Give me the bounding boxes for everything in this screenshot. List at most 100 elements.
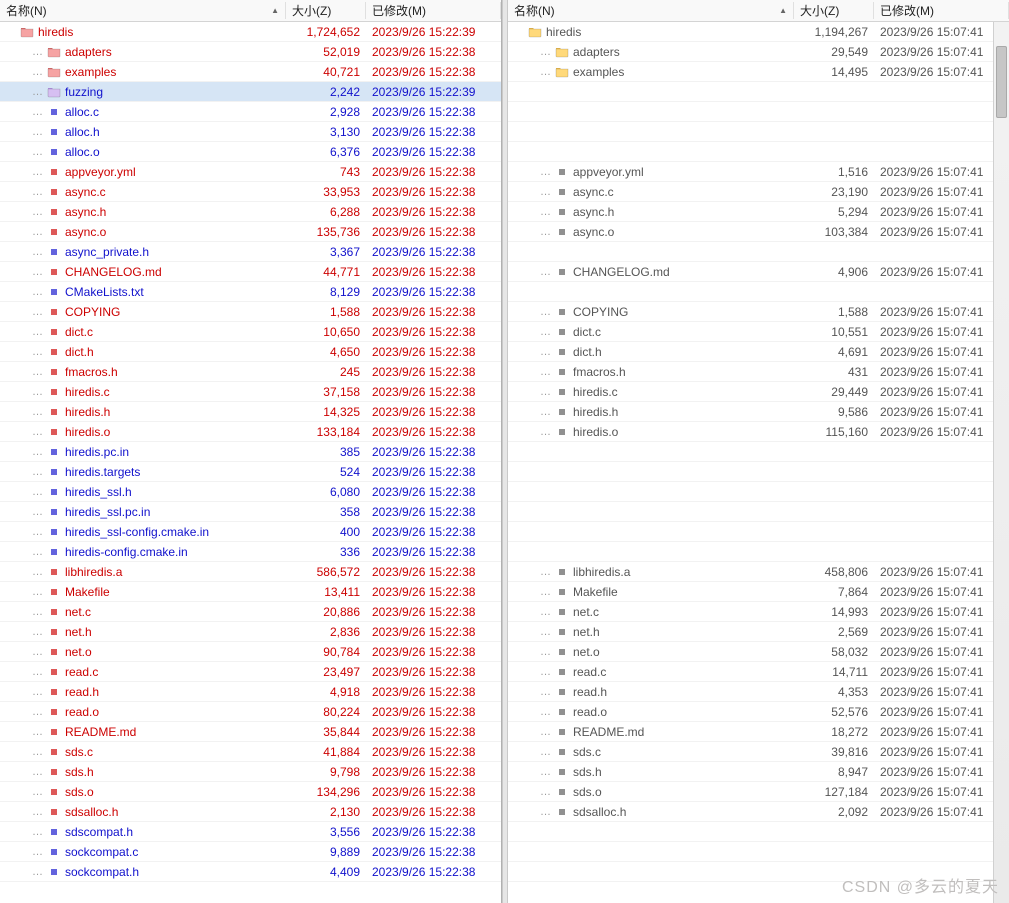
table-row[interactable]: … alloc.h 3,130 2023/9/26 15:22:38 [0,122,501,142]
table-row[interactable]: … libhiredis.a 458,806 2023/9/26 15:07:4… [508,562,1009,582]
table-row[interactable]: … async_private.h 3,367 2023/9/26 15:22:… [0,242,501,262]
table-row[interactable]: … net.h 2,836 2023/9/26 15:22:38 [0,622,501,642]
table-row[interactable] [508,542,1009,562]
table-row[interactable]: hiredis 1,194,267 2023/9/26 15:07:41 [508,22,1009,42]
table-row[interactable] [508,442,1009,462]
table-row[interactable]: … sds.c 39,816 2023/9/26 15:07:41 [508,742,1009,762]
table-row[interactable]: … hiredis.c 37,158 2023/9/26 15:22:38 [0,382,501,402]
table-row[interactable] [508,822,1009,842]
table-row[interactable]: … dict.c 10,650 2023/9/26 15:22:38 [0,322,501,342]
table-row[interactable]: … CHANGELOG.md 4,906 2023/9/26 15:07:41 [508,262,1009,282]
table-row[interactable]: … async.h 5,294 2023/9/26 15:07:41 [508,202,1009,222]
table-row[interactable]: … alloc.o 6,376 2023/9/26 15:22:38 [0,142,501,162]
table-row[interactable]: … hiredis.h 9,586 2023/9/26 15:07:41 [508,402,1009,422]
table-row[interactable]: … net.c 20,886 2023/9/26 15:22:38 [0,602,501,622]
table-row[interactable] [508,842,1009,862]
table-row[interactable]: … adapters 29,549 2023/9/26 15:07:41 [508,42,1009,62]
table-row[interactable]: … net.o 58,032 2023/9/26 15:07:41 [508,642,1009,662]
table-row[interactable]: … examples 40,721 2023/9/26 15:22:38 [0,62,501,82]
table-row[interactable]: … read.o 80,224 2023/9/26 15:22:38 [0,702,501,722]
table-row[interactable] [508,282,1009,302]
file-size: 33,953 [286,185,366,199]
table-row[interactable]: … hiredis.h 14,325 2023/9/26 15:22:38 [0,402,501,422]
table-row[interactable]: … hiredis.o 133,184 2023/9/26 15:22:38 [0,422,501,442]
table-row[interactable]: … alloc.c 2,928 2023/9/26 15:22:38 [0,102,501,122]
table-row[interactable]: … read.o 52,576 2023/9/26 15:07:41 [508,702,1009,722]
table-row[interactable] [508,122,1009,142]
table-row[interactable]: … async.o 103,384 2023/9/26 15:07:41 [508,222,1009,242]
table-row[interactable]: … README.md 35,844 2023/9/26 15:22:38 [0,722,501,742]
table-row[interactable]: … async.c 33,953 2023/9/26 15:22:38 [0,182,501,202]
table-row[interactable]: … hiredis.targets 524 2023/9/26 15:22:38 [0,462,501,482]
file-icon [47,305,61,319]
col-header-date[interactable]: 已修改(M) [366,2,501,19]
table-row[interactable]: … COPYING 1,588 2023/9/26 15:07:41 [508,302,1009,322]
table-row[interactable] [508,482,1009,502]
table-row[interactable]: … net.o 90,784 2023/9/26 15:22:38 [0,642,501,662]
table-row[interactable] [508,462,1009,482]
table-row[interactable]: … adapters 52,019 2023/9/26 15:22:38 [0,42,501,62]
table-row[interactable] [508,82,1009,102]
table-row[interactable]: … read.h 4,918 2023/9/26 15:22:38 [0,682,501,702]
col-header-size[interactable]: 大小(Z) [794,2,874,19]
col-header-size[interactable]: 大小(Z) [286,2,366,19]
table-row[interactable]: … libhiredis.a 586,572 2023/9/26 15:22:3… [0,562,501,582]
table-row[interactable]: … sockcompat.h 4,409 2023/9/26 15:22:38 [0,862,501,882]
table-row[interactable]: … fmacros.h 245 2023/9/26 15:22:38 [0,362,501,382]
table-row[interactable]: … async.h 6,288 2023/9/26 15:22:38 [0,202,501,222]
table-row[interactable]: … hiredis.pc.in 385 2023/9/26 15:22:38 [0,442,501,462]
table-row[interactable]: … async.o 135,736 2023/9/26 15:22:38 [0,222,501,242]
table-row[interactable]: … sds.c 41,884 2023/9/26 15:22:38 [0,742,501,762]
table-row[interactable]: … read.c 23,497 2023/9/26 15:22:38 [0,662,501,682]
table-row[interactable]: … sdsalloc.h 2,092 2023/9/26 15:07:41 [508,802,1009,822]
table-row[interactable]: … sds.o 127,184 2023/9/26 15:07:41 [508,782,1009,802]
table-row[interactable]: … fuzzing 2,242 2023/9/26 15:22:39 [0,82,501,102]
table-row[interactable]: … appveyor.yml 743 2023/9/26 15:22:38 [0,162,501,182]
left-body[interactable]: hiredis 1,724,652 2023/9/26 15:22:39 … a… [0,22,501,903]
scrollbar[interactable] [993,22,1009,903]
table-row[interactable]: … hiredis_ssl.pc.in 358 2023/9/26 15:22:… [0,502,501,522]
table-row[interactable]: … hiredis-config.cmake.in 336 2023/9/26 … [0,542,501,562]
table-row[interactable]: … appveyor.yml 1,516 2023/9/26 15:07:41 [508,162,1009,182]
table-row[interactable]: … net.h 2,569 2023/9/26 15:07:41 [508,622,1009,642]
table-row[interactable]: … README.md 18,272 2023/9/26 15:07:41 [508,722,1009,742]
table-row[interactable]: … examples 14,495 2023/9/26 15:07:41 [508,62,1009,82]
table-row[interactable] [508,502,1009,522]
table-row[interactable]: … read.h 4,353 2023/9/26 15:07:41 [508,682,1009,702]
table-row[interactable]: … CHANGELOG.md 44,771 2023/9/26 15:22:38 [0,262,501,282]
table-row[interactable]: … dict.c 10,551 2023/9/26 15:07:41 [508,322,1009,342]
table-row[interactable]: … sdscompat.h 3,556 2023/9/26 15:22:38 [0,822,501,842]
table-row[interactable]: … Makefile 7,864 2023/9/26 15:07:41 [508,582,1009,602]
table-row[interactable]: … read.c 14,711 2023/9/26 15:07:41 [508,662,1009,682]
tree-glyph: … [540,346,551,358]
table-row[interactable]: … Makefile 13,411 2023/9/26 15:22:38 [0,582,501,602]
table-row[interactable]: … dict.h 4,650 2023/9/26 15:22:38 [0,342,501,362]
table-row[interactable] [508,522,1009,542]
table-row[interactable]: … COPYING 1,588 2023/9/26 15:22:38 [0,302,501,322]
table-row[interactable]: … fmacros.h 431 2023/9/26 15:07:41 [508,362,1009,382]
col-header-name[interactable]: 名称(N)▲ [508,2,794,19]
table-row[interactable] [508,142,1009,162]
table-row[interactable]: … net.c 14,993 2023/9/26 15:07:41 [508,602,1009,622]
table-row[interactable]: … sdsalloc.h 2,130 2023/9/26 15:22:38 [0,802,501,822]
table-row[interactable]: … async.c 23,190 2023/9/26 15:07:41 [508,182,1009,202]
table-row[interactable]: … hiredis.c 29,449 2023/9/26 15:07:41 [508,382,1009,402]
table-row[interactable]: hiredis 1,724,652 2023/9/26 15:22:39 [0,22,501,42]
table-row[interactable]: … hiredis_ssl-config.cmake.in 400 2023/9… [0,522,501,542]
table-row[interactable]: … hiredis_ssl.h 6,080 2023/9/26 15:22:38 [0,482,501,502]
table-row[interactable]: … hiredis.o 115,160 2023/9/26 15:07:41 [508,422,1009,442]
table-row[interactable]: … dict.h 4,691 2023/9/26 15:07:41 [508,342,1009,362]
table-row[interactable] [508,242,1009,262]
table-row[interactable]: … sds.h 9,798 2023/9/26 15:22:38 [0,762,501,782]
table-row[interactable]: … sds.o 134,296 2023/9/26 15:22:38 [0,782,501,802]
table-row[interactable]: … CMakeLists.txt 8,129 2023/9/26 15:22:3… [0,282,501,302]
table-row[interactable] [508,102,1009,122]
right-body[interactable]: hiredis 1,194,267 2023/9/26 15:07:41 … a… [508,22,1009,903]
col-header-date[interactable]: 已修改(M) [874,2,1009,19]
table-row[interactable]: … sds.h 8,947 2023/9/26 15:07:41 [508,762,1009,782]
table-row[interactable] [508,862,1009,882]
table-row[interactable]: … sockcompat.c 9,889 2023/9/26 15:22:38 [0,842,501,862]
file-size: 90,784 [286,645,366,659]
file-date: 2023/9/26 15:07:41 [874,205,1009,219]
col-header-name[interactable]: 名称(N)▲ [0,2,286,19]
